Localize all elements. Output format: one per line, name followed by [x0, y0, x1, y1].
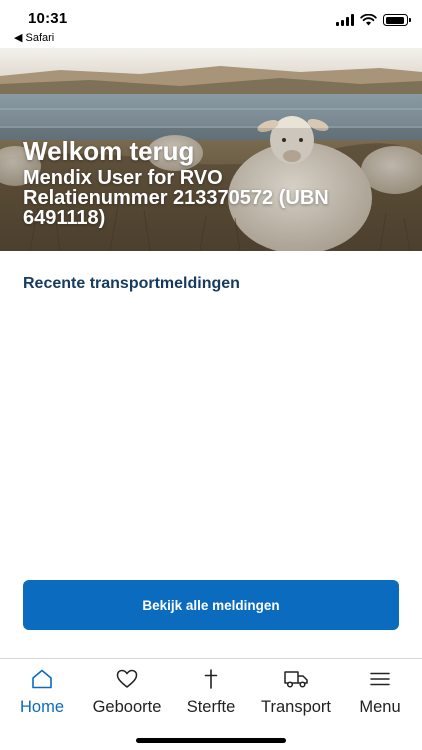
user-name: Mendix User for RVO — [23, 167, 223, 189]
tab-label: Geboorte — [92, 698, 162, 716]
tab-label: Sterfte — [186, 698, 236, 716]
relation-number: Relatienummer 213370572 (UBN 6491118) — [23, 187, 329, 229]
view-all-reports-button[interactable]: Bekijk alle meldingen — [23, 580, 399, 630]
cellular-signal-icon — [336, 14, 354, 26]
tab-sterfte[interactable]: Sterfte — [176, 659, 246, 725]
tab-label: Transport — [261, 698, 331, 716]
hamburger-icon — [370, 669, 390, 689]
truck-icon — [283, 669, 309, 689]
welcome-title: Welkom terug — [23, 136, 195, 166]
tab-geboorte[interactable]: Geboorte — [84, 659, 170, 725]
tab-transport[interactable]: Transport — [250, 659, 342, 725]
heart-icon — [116, 669, 138, 689]
status-time: 10:31 — [28, 10, 68, 27]
status-bar: 10:31 ◀ Safari — [0, 0, 422, 48]
hero-banner: Welkom terug Mendix User for RVO Relatie… — [0, 48, 422, 251]
user-info: Mendix User for RVO Relatienummer 213370… — [23, 168, 413, 228]
back-to-safari-link[interactable]: ◀ Safari — [14, 31, 54, 44]
tab-label: Menu — [359, 698, 401, 716]
battery-icon — [383, 14, 411, 26]
home-indicator[interactable] — [136, 738, 286, 743]
cross-icon — [203, 669, 219, 689]
status-icons — [336, 14, 411, 26]
bottom-tab-bar: Home Geboorte Sterfte Transport Menu — [0, 658, 422, 750]
tab-label: Home — [19, 698, 64, 716]
home-icon — [31, 669, 53, 689]
wifi-icon — [360, 14, 377, 26]
tab-menu[interactable]: Menu — [346, 659, 414, 725]
tab-home[interactable]: Home — [4, 659, 80, 725]
recent-transport-heading: Recente transportmeldingen — [23, 275, 240, 292]
